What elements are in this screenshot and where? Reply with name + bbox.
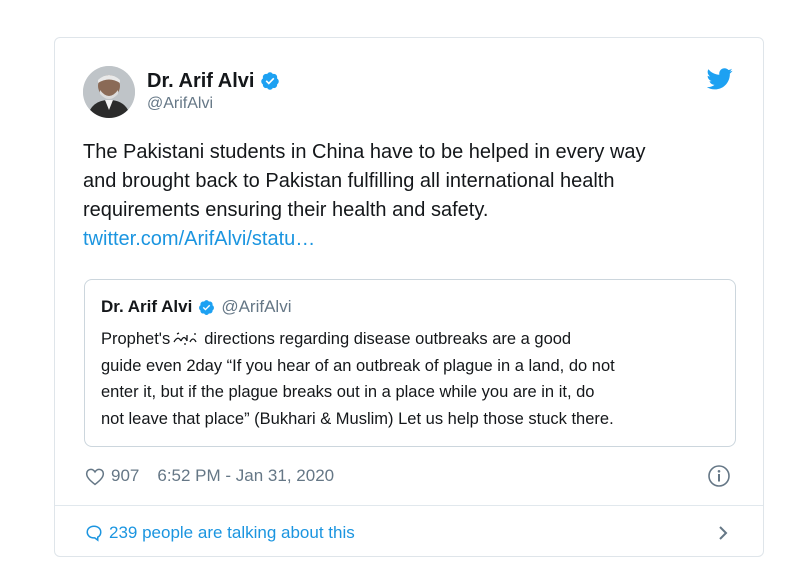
author-block: Dr. Arif Alvi @ArifAlvi — [147, 68, 280, 113]
heart-icon[interactable] — [85, 467, 105, 486]
like-count[interactable]: 907 — [111, 466, 139, 486]
avatar[interactable] — [83, 66, 135, 118]
timestamp[interactable]: 6:52 PM - Jan 31, 2020 — [157, 466, 334, 486]
speech-bubble-icon — [86, 525, 102, 542]
twitter-bird-icon[interactable] — [707, 68, 733, 90]
tweet-text: The Pakistani students in China have to … — [83, 138, 743, 254]
quoted-author-handle[interactable]: @ArifAlvi — [221, 297, 291, 317]
info-icon[interactable] — [707, 464, 731, 488]
quoted-author-row: Dr. Arif Alvi @ArifAlvi — [101, 297, 291, 317]
tweet-link[interactable]: twitter.com/ArifAlvi/statu… — [83, 225, 743, 254]
quoted-text-line: Prophet's directions regarding disease ou… — [101, 326, 726, 353]
tweet-meta: 907 6:52 PM - Jan 31, 2020 — [85, 464, 334, 488]
pbuh-calligraphy-icon — [173, 332, 197, 345]
verified-badge-icon — [261, 72, 280, 90]
tweet-text-line: The Pakistani students in China have to … — [83, 141, 646, 163]
author-handle[interactable]: @ArifAlvi — [147, 95, 280, 113]
quoted-author-name[interactable]: Dr. Arif Alvi — [101, 297, 192, 317]
author-name-row: Dr. Arif Alvi — [147, 68, 280, 94]
quoted-text-line: guide even 2day “If you hear of an outbr… — [101, 356, 615, 375]
tweet-card[interactable]: Dr. Arif Alvi @ArifAlvi The Pakistani st… — [54, 37, 764, 557]
verified-badge-icon — [199, 299, 215, 315]
tweet-text-line: and brought back to Pakistan fulfilling … — [83, 170, 615, 192]
chevron-right-icon[interactable] — [717, 524, 729, 542]
divider — [55, 505, 763, 506]
quoted-text-line: not leave that place” (Bukhari & Muslim)… — [101, 409, 614, 428]
conversation-link[interactable]: 239 people are talking about this — [85, 521, 355, 545]
author-name[interactable]: Dr. Arif Alvi — [147, 70, 254, 93]
quoted-text-line: enter it, but if the plague breaks out i… — [101, 383, 595, 401]
conversation-count[interactable]: 239 people are talking about this — [109, 523, 355, 543]
quoted-tweet[interactable]: Dr. Arif Alvi @ArifAlvi Prophet's directi… — [84, 279, 736, 447]
tweet-text-line: requirements ensuring their health and s… — [83, 199, 489, 221]
quoted-text-part: Prophet's — [101, 330, 171, 348]
quoted-text-part: directions regarding disease outbreaks a… — [204, 330, 572, 348]
quoted-tweet-text: Prophet's directions regarding disease ou… — [101, 326, 726, 432]
